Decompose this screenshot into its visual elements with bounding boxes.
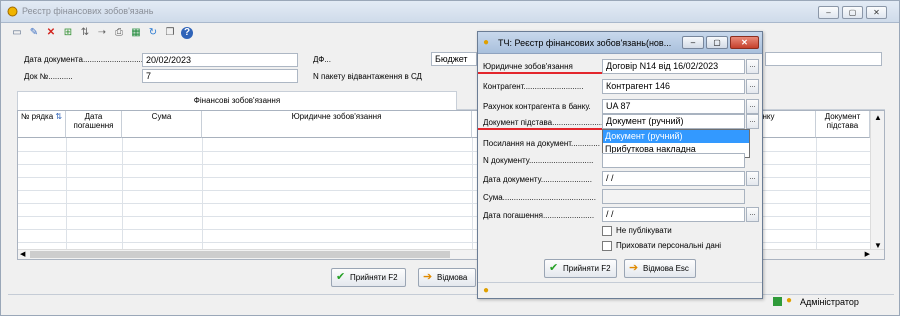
dialog-title-bar: ● ТЧ: Реєстр фінансових зобов'язань(нов.…	[478, 32, 762, 54]
doc-no-field[interactable]: 7	[142, 69, 298, 83]
amount-field[interactable]	[602, 189, 745, 204]
maximize-button[interactable]: ▢	[842, 6, 863, 19]
base-doc-label: Документ підстава.......................	[483, 118, 604, 127]
dialog-app-icon: ●	[483, 37, 490, 48]
df-field[interactable]: Бюджет	[431, 52, 477, 66]
dialog-close-button[interactable]: ✕	[730, 36, 759, 49]
main-window: Реєстр фінансових зобов'язань – ▢ ✕ ▭ ✎ …	[0, 0, 900, 316]
due-date-picker-button[interactable]: ...	[746, 207, 759, 222]
window-icon[interactable]: ❐	[164, 27, 176, 39]
scroll-up-icon[interactable]: ▲	[874, 113, 882, 122]
no-publish-label: Не публікувати	[616, 226, 672, 235]
doc-number-field[interactable]	[602, 153, 745, 168]
user-icon: ●	[786, 295, 793, 306]
main-cancel-button[interactable]: ➔ Відмова	[418, 268, 476, 287]
amount-label: Сума....................................…	[483, 193, 596, 202]
doc-date-picker-button[interactable]: ...	[746, 171, 759, 186]
doc-date-label: Дата документа..........................…	[24, 55, 143, 64]
cancel-icon: ➔	[423, 271, 433, 283]
hide-personal-label: Приховати персональні дані	[616, 241, 722, 250]
edit-icon[interactable]: ✎	[28, 27, 40, 39]
scroll-right-icon[interactable]: ▶	[865, 250, 870, 258]
df-field-continuation	[765, 52, 882, 66]
doc-link-label: Посилання на документ.............	[483, 139, 600, 148]
main-title-bar: Реєстр фінансових зобов'язань – ▢ ✕	[1, 1, 899, 23]
status-user: Адміністратор	[800, 297, 859, 307]
due-date-label: Дата погашення.......................	[483, 211, 595, 220]
close-button[interactable]: ✕	[866, 6, 887, 19]
due-date-field[interactable]: / /	[602, 207, 745, 222]
dialog-title: ТЧ: Реєстр фінансових зобов'язань(нов...	[498, 38, 672, 48]
arrow-icon[interactable]: ➝	[96, 27, 108, 39]
minimize-button[interactable]: –	[818, 6, 839, 19]
col-divider	[816, 138, 817, 252]
main-accept-button[interactable]: ✔ Прийняти F2	[331, 268, 406, 287]
highlight-underline	[478, 128, 602, 130]
bank-account-label: Рахунок контрагента в банку.	[483, 102, 591, 111]
legal-obligation-label: Юридичне зобов'язання	[483, 62, 573, 71]
doc-number-label: N документу.............................	[483, 156, 594, 165]
hide-personal-checkbox[interactable]	[602, 241, 612, 251]
counterparty-field[interactable]: Контрагент 146	[602, 79, 745, 94]
dropdown-option[interactable]: Документ (ручний)	[603, 130, 749, 143]
df-label: ДФ...	[313, 55, 331, 64]
counterparty-lookup-button[interactable]: ...	[746, 79, 759, 94]
col-header-due-date[interactable]: Дата погашення	[66, 111, 122, 138]
base-doc-select[interactable]: Документ (ручний)	[602, 114, 745, 129]
excel-icon[interactable]: ▦	[130, 27, 142, 39]
doc-date-field[interactable]: / /	[602, 171, 745, 186]
help-icon[interactable]: ?	[181, 27, 193, 39]
main-window-title: Реєстр фінансових зобов'язань	[22, 6, 154, 16]
col-divider	[472, 138, 473, 252]
counterparty-label: Контрагент...........................	[483, 82, 584, 91]
new-doc-icon[interactable]: ▭	[11, 27, 23, 39]
tree-icon[interactable]: ⊞	[62, 27, 74, 39]
col-header-row-no[interactable]: № рядка ⇅	[18, 111, 66, 138]
col-header-legal-obligation[interactable]: Юридичне зобов'язання	[202, 111, 472, 138]
filter-icon[interactable]: ⇅	[79, 27, 91, 39]
status-green-icon	[773, 297, 782, 306]
cancel-icon: ➔	[629, 262, 639, 274]
dialog-status-divider	[478, 282, 762, 283]
dialog-user-icon: ●	[483, 285, 490, 296]
dialog-minimize-button[interactable]: –	[682, 36, 704, 49]
checkmark-icon: ✔	[336, 271, 346, 283]
tab-financial-obligations[interactable]: Фінансові зобов'язання	[17, 91, 457, 110]
doc-date-field[interactable]: 20/02/2023	[142, 53, 298, 67]
dialog-accept-button[interactable]: ✔ Прийняти F2	[544, 259, 617, 278]
doc-no-label: Док №...........	[24, 72, 73, 81]
toolbar: ▭ ✎ ✕ ⊞ ⇅ ➝ ⎙ ▦ ↻ ❐ ?	[11, 27, 193, 43]
checkmark-icon: ✔	[549, 262, 559, 274]
bank-account-lookup-button[interactable]: ...	[746, 99, 759, 114]
doc-date-label: Дата документу.......................	[483, 175, 592, 184]
refresh-icon[interactable]: ↻	[147, 27, 159, 39]
scroll-left-icon[interactable]: ◀	[20, 250, 25, 258]
vertical-scrollbar[interactable]: ▲ ▼	[870, 111, 884, 252]
dialog-cancel-button[interactable]: ➔ Відмова Esc	[624, 259, 696, 278]
detail-dialog: ● ТЧ: Реєстр фінансових зобов'язань(нов.…	[477, 31, 763, 299]
col-header-bank[interactable]: анку	[754, 111, 816, 138]
bank-account-field[interactable]: UA 87	[602, 99, 745, 114]
col-divider	[66, 138, 67, 252]
print-icon[interactable]: ⎙	[113, 27, 125, 39]
scrollbar-thumb[interactable]	[30, 251, 450, 258]
dialog-maximize-button[interactable]: ▢	[706, 36, 728, 49]
base-doc-dropdown-button[interactable]: ...	[746, 114, 759, 129]
app-icon	[7, 6, 18, 17]
legal-obligation-field[interactable]: Договір N14 від 16/02/2023	[602, 59, 745, 74]
pkg-label: N пакету відвантаження в СД	[313, 72, 422, 81]
col-header-amount[interactable]: Сума	[122, 111, 202, 138]
legal-obligation-lookup-button[interactable]: ...	[746, 59, 759, 74]
col-divider	[122, 138, 123, 252]
sort-icon[interactable]: ⇅	[55, 112, 62, 121]
delete-icon[interactable]: ✕	[45, 27, 57, 39]
col-divider	[202, 138, 203, 252]
col-header-base-doc[interactable]: Документ підстава	[816, 111, 870, 138]
highlight-underline	[478, 72, 602, 74]
no-publish-checkbox[interactable]	[602, 226, 612, 236]
